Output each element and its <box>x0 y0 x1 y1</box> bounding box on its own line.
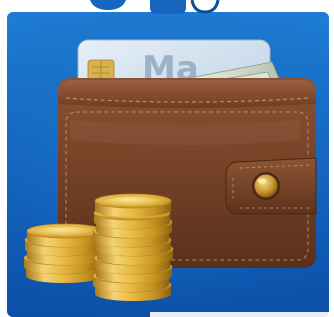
snap-button-icon <box>254 174 278 198</box>
wallet-with-coins-icon: Ma <box>0 0 334 317</box>
wallet-app-icon: Ma <box>0 0 334 317</box>
coin-stack-right <box>92 193 174 302</box>
coin-stack-left <box>23 223 104 284</box>
